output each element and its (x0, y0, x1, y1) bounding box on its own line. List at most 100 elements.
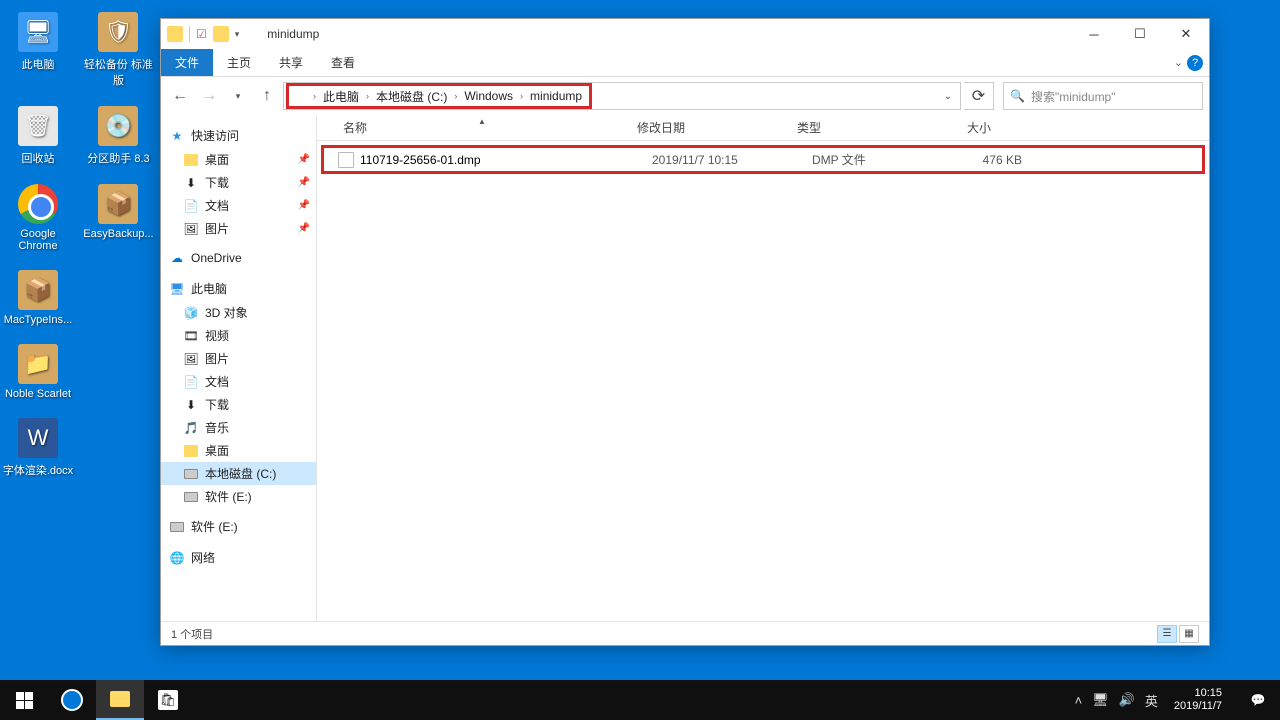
ribbon-collapse-icon[interactable]: ⌄ (1174, 56, 1183, 69)
folder-icon (293, 89, 309, 103)
file-size: 476 KB (940, 153, 1022, 167)
sidebar-item-downloads[interactable]: ⬇下载📌 (161, 171, 316, 194)
file-name: 110719-25656-01.dmp (360, 153, 652, 167)
sidebar-item-desktop[interactable]: 桌面📌 (161, 148, 316, 171)
sidebar-item-documents[interactable]: 📄文档 (161, 370, 316, 393)
sidebar-item-downloads[interactable]: ⬇下载 (161, 393, 316, 416)
tray-network-icon[interactable]: 🖥 (1092, 692, 1109, 708)
file-icon (338, 152, 354, 168)
tray-ime[interactable]: 英 (1145, 691, 1158, 710)
file-type: DMP 文件 (812, 151, 940, 168)
maximize-button[interactable]: ☐ (1117, 19, 1163, 49)
close-button[interactable]: ✕ (1163, 19, 1209, 49)
desktop-icon-easybackup-std[interactable]: 🛡轻松备份 标准版 (80, 8, 156, 92)
file-row[interactable]: 110719-25656-01.dmp 2019/11/7 10:15 DMP … (321, 145, 1205, 174)
sidebar-item-videos[interactable]: 🎞视频 (161, 324, 316, 347)
crumb-windows[interactable]: Windows (461, 89, 516, 103)
tab-file[interactable]: 文件 (161, 49, 213, 76)
search-placeholder: 搜索"minidump" (1031, 88, 1116, 105)
qat-properties-icon[interactable]: ☑ (196, 27, 207, 41)
col-date[interactable]: 修改日期 (629, 119, 789, 136)
sidebar-item-drive-e[interactable]: 软件 (E:) (161, 485, 316, 508)
pin-icon: 📌 (298, 223, 310, 234)
pin-icon: 📌 (298, 200, 310, 211)
desktop-icon-noble-scarlet[interactable]: 📁Noble Scarlet (0, 340, 76, 404)
desktop-icon-chrome[interactable]: Google Chrome (0, 180, 76, 256)
column-headers: 名称▲ 修改日期 类型 大小 (317, 115, 1209, 141)
desktop: 🖥此电脑 🛡轻松备份 标准版 🗑回收站 💿分区助手 8.3 Google Chr… (0, 0, 160, 680)
file-list[interactable]: 110719-25656-01.dmp 2019/11/7 10:15 DMP … (317, 141, 1209, 621)
desktop-icon-partition-assist[interactable]: 💿分区助手 8.3 (80, 102, 156, 170)
crumb-drive-c[interactable]: 本地磁盘 (C:) (373, 88, 450, 105)
nav-back-button[interactable]: ← (167, 83, 193, 109)
nav-up-button[interactable]: ↑ (254, 83, 280, 109)
qat-newfolder-icon[interactable] (213, 26, 229, 42)
tray-overflow-icon[interactable]: ˄ (1075, 693, 1083, 708)
sidebar-item-drive-c[interactable]: 本地磁盘 (C:) (161, 462, 316, 485)
folder-icon (167, 26, 183, 42)
taskbar: 🛍 ˄ 🖥 🔊 英 10:15 2019/11/7 💬 (0, 680, 1280, 720)
sidebar-item-music[interactable]: 🎵音乐 (161, 416, 316, 439)
window-title: minidump (267, 27, 319, 41)
desktop-icon-font-doc[interactable]: W字体渲染.docx (0, 414, 76, 482)
desktop-icon-recyclebin[interactable]: 🗑回收站 (0, 102, 76, 170)
desktop-icon-thispc[interactable]: 🖥此电脑 (0, 8, 76, 76)
sidebar-item-desktop[interactable]: 桌面 (161, 439, 316, 462)
help-icon[interactable]: ? (1187, 55, 1203, 71)
sidebar: ★快速访问 桌面📌 ⬇下载📌 📄文档📌 🖼图片📌 ☁OneDrive 🖥此电脑 … (161, 115, 317, 621)
search-input[interactable]: 🔍 搜索"minidump" (1003, 82, 1203, 110)
sidebar-item-pictures[interactable]: 🖼图片📌 (161, 217, 316, 240)
taskbar-explorer[interactable] (96, 680, 144, 720)
sidebar-thispc[interactable]: 🖥此电脑 (161, 276, 316, 301)
sidebar-onedrive[interactable]: ☁OneDrive (161, 246, 316, 270)
address-bar[interactable]: › 此电脑 › 本地磁盘 (C:) › Windows › minidump ⌄ (283, 82, 961, 110)
taskbar-edge[interactable] (48, 680, 96, 720)
refresh-button[interactable]: ⟳ (964, 82, 994, 110)
tab-view[interactable]: 查看 (317, 49, 369, 76)
file-pane: 名称▲ 修改日期 类型 大小 110719-25656-01.dmp 2019/… (317, 115, 1209, 621)
status-text: 1 个项目 (171, 626, 213, 642)
tray-notifications-icon[interactable]: 💬 (1238, 680, 1278, 720)
chevron-right-icon[interactable]: › (309, 91, 320, 101)
tray-volume-icon[interactable]: 🔊 (1119, 692, 1135, 708)
sidebar-network[interactable]: 🌐网络 (161, 545, 316, 570)
pin-icon: 📌 (298, 154, 310, 165)
sidebar-drive-e-root[interactable]: 软件 (E:) (161, 514, 316, 539)
taskbar-store[interactable]: 🛍 (144, 680, 192, 720)
breadcrumb-highlight: › 此电脑 › 本地磁盘 (C:) › Windows › minidump (286, 83, 592, 109)
qat-dropdown-icon[interactable]: ▾ (235, 29, 240, 40)
navbar: ← → ▾ ↑ › 此电脑 › 本地磁盘 (C:) › Windows › mi… (161, 77, 1209, 115)
desktop-icon-easybackup[interactable]: 📦EasyBackup... (80, 180, 156, 244)
file-date: 2019/11/7 10:15 (652, 153, 812, 167)
col-size[interactable]: 大小 (917, 119, 999, 136)
view-icons-button[interactable]: ▦ (1179, 625, 1199, 643)
explorer-window: ☑ ▾ minidump ─ ☐ ✕ 文件 主页 共享 查看 ⌄ ? ← → ▾… (160, 18, 1210, 646)
sidebar-item-3dobjects[interactable]: 🧊3D 对象 (161, 301, 316, 324)
crumb-thispc[interactable]: 此电脑 (320, 88, 362, 105)
tray-clock[interactable]: 10:15 2019/11/7 (1168, 687, 1228, 713)
chevron-right-icon[interactable]: › (516, 91, 527, 101)
view-details-button[interactable]: ☰ (1157, 625, 1177, 643)
sidebar-item-pictures[interactable]: 🖼图片 (161, 347, 316, 370)
address-dropdown-icon[interactable]: ⌄ (938, 91, 958, 102)
tab-share[interactable]: 共享 (265, 49, 317, 76)
start-button[interactable] (0, 680, 48, 720)
pin-icon: 📌 (298, 177, 310, 188)
crumb-minidump[interactable]: minidump (527, 89, 585, 103)
search-icon: 🔍 (1010, 89, 1025, 103)
col-type[interactable]: 类型 (789, 119, 917, 136)
ribbon-tabs: 文件 主页 共享 查看 ⌄ ? (161, 49, 1209, 77)
minimize-button[interactable]: ─ (1071, 19, 1117, 49)
desktop-icon-mactype[interactable]: 📦MacTypeIns... (0, 266, 76, 330)
titlebar[interactable]: ☑ ▾ minidump ─ ☐ ✕ (161, 19, 1209, 49)
sort-asc-icon: ▲ (478, 117, 486, 126)
sidebar-quick-access[interactable]: ★快速访问 (161, 123, 316, 148)
nav-recent-dropdown[interactable]: ▾ (225, 83, 251, 109)
tab-home[interactable]: 主页 (213, 49, 265, 76)
statusbar: 1 个项目 ☰ ▦ (161, 621, 1209, 645)
chevron-right-icon[interactable]: › (362, 91, 373, 101)
sidebar-item-documents[interactable]: 📄文档📌 (161, 194, 316, 217)
nav-forward-button[interactable]: → (196, 83, 222, 109)
col-name[interactable]: 名称▲ (335, 119, 629, 136)
chevron-right-icon[interactable]: › (450, 91, 461, 101)
